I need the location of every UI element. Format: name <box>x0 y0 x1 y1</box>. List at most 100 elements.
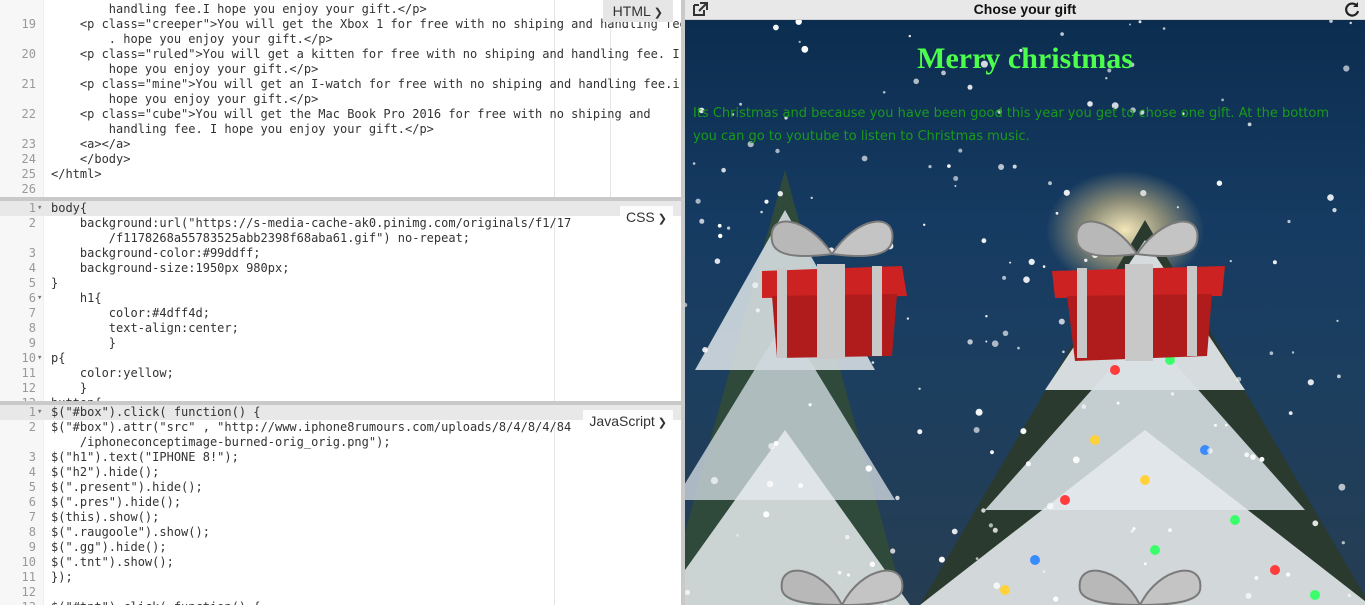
gift-box-button[interactable] <box>1065 560 1215 605</box>
line-number: 2 <box>28 216 36 230</box>
js-mode-dropdown[interactable]: JavaScript ❯ <box>583 410 673 432</box>
code-line[interactable]: 25 </html> <box>0 167 681 182</box>
code-line[interactable]: 4 $("h2").hide(); <box>0 465 681 480</box>
snowflake <box>1272 260 1277 265</box>
snowflake <box>718 233 723 239</box>
code-text: </html> <box>51 167 102 181</box>
code-text: $(".present").hide(); <box>51 480 203 494</box>
code-text: . hope you enjoy your gift.</p> <box>51 32 333 46</box>
line-number: 11 <box>21 366 36 380</box>
code-line[interactable]: /f1178268a55783525abb2398f68aba61.gif") … <box>0 231 681 246</box>
code-line[interactable]: 3 $("h1").text("IPHONE 8!"); <box>0 450 681 465</box>
line-number: 10 <box>21 351 36 365</box>
snowflake <box>1259 456 1265 462</box>
snowflake <box>967 339 973 345</box>
code-line[interactable]: 6 $(".pres").hide(); <box>0 495 681 510</box>
code-line[interactable]: 8 $(".raugoole").show(); <box>0 525 681 540</box>
snowflake <box>1138 20 1142 24</box>
refresh-icon[interactable] <box>1343 1 1361 18</box>
code-line[interactable]: 6 ▾ h1{ <box>0 291 681 306</box>
code-line[interactable]: 23 <a></a> <box>0 137 681 152</box>
code-line[interactable]: 11 color:yellow; <box>0 366 681 381</box>
code-text: background-size:1950px 980px; <box>51 261 290 275</box>
snowflake <box>895 495 900 501</box>
code-line[interactable]: handling fee. I hope you enjoy your gift… <box>0 122 681 137</box>
snowflake <box>1140 190 1147 197</box>
html-editor-pane[interactable]: handling fee.I hope you enjoy your gift.… <box>0 0 681 197</box>
gift-box-button[interactable] <box>767 560 917 605</box>
code-text: h1{ <box>51 291 102 305</box>
snowflake <box>775 148 780 154</box>
code-line[interactable]: 1 ▾ $("#box").click( function() { <box>0 405 681 420</box>
code-line[interactable]: 7 color:#4dff4d; <box>0 306 681 321</box>
line-number: 1 <box>28 405 36 419</box>
code-text: hope you enjoy your gift.</p> <box>51 62 319 76</box>
code-line[interactable]: /iphoneconceptimage-burned-orig_orig.png… <box>0 435 681 450</box>
preview-heading: Merry christmas <box>917 42 1133 75</box>
code-line[interactable]: handling fee.I hope you enjoy your gift.… <box>0 2 681 17</box>
code-line[interactable]: 20 <p class="ruled">You will get a kitte… <box>0 47 681 62</box>
code-line[interactable]: 10 ▾ p{ <box>0 351 681 366</box>
css-editor-pane[interactable]: 1 ▾ body{2 background:url("https://s-media… <box>0 201 681 401</box>
snowflake <box>1116 401 1120 405</box>
snowflake <box>1214 423 1217 427</box>
code-line[interactable]: 2 $("#box").attr("src" , "http://www.ipho… <box>0 420 681 435</box>
snowflake <box>1287 219 1291 224</box>
code-line[interactable]: 26 <box>0 182 681 197</box>
code-line[interactable]: 7 $(this).show(); <box>0 510 681 525</box>
snowflake <box>1329 20 1333 23</box>
code-line[interactable]: 24 </body> <box>0 152 681 167</box>
code-line[interactable]: 5} <box>0 276 681 291</box>
code-line[interactable]: 22 <p class="cube">You will get the Mac … <box>0 107 681 122</box>
snowflake <box>1168 528 1172 533</box>
code-line[interactable]: 1 ▾ body{ <box>0 201 681 216</box>
snowflake <box>967 84 973 90</box>
snowflake <box>991 340 999 348</box>
code-line[interactable]: 9 } <box>0 336 681 351</box>
fold-arrow-icon[interactable]: ▾ <box>37 201 42 216</box>
code-text: $(".tnt").show(); <box>51 555 174 569</box>
line-number: 1 <box>28 201 36 215</box>
snowflake <box>1341 541 1345 545</box>
snowflake <box>954 185 957 187</box>
line-number: 8 <box>28 525 36 539</box>
snowflake <box>1225 423 1228 427</box>
code-line[interactable]: 12 } <box>0 381 681 396</box>
code-text: background-color:#99ddff; <box>51 246 261 260</box>
code-line[interactable]: hope you enjoy your gift.</p> <box>0 92 681 107</box>
line-number: 23 <box>21 137 36 151</box>
snowflake <box>685 302 688 308</box>
code-line[interactable]: 19 <p class="creeper">You will get the X… <box>0 17 681 32</box>
fold-arrow-icon[interactable]: ▾ <box>37 351 42 366</box>
code-line[interactable]: 9 $(".gg").hide(); <box>0 540 681 555</box>
code-line[interactable]: 8 text-align:center; <box>0 321 681 336</box>
fold-arrow-icon[interactable]: ▾ <box>37 405 42 420</box>
css-mode-dropdown[interactable]: CSS ❯ <box>619 206 673 228</box>
code-line[interactable]: 11}); <box>0 570 681 585</box>
snowflake <box>699 218 705 224</box>
code-line[interactable]: 2 background:url("https://s-media-cache-… <box>0 216 681 231</box>
code-line[interactable]: 13 $("#tnt").click( function() { <box>0 600 681 605</box>
snowflake <box>1162 27 1166 30</box>
code-line[interactable]: 4 background-size:1950px 980px; <box>0 261 681 276</box>
gift-box-button[interactable] <box>1047 206 1227 366</box>
snowflake <box>1170 392 1175 396</box>
code-line[interactable]: . hope you enjoy your gift.</p> <box>0 32 681 47</box>
code-line[interactable]: 3 background-color:#99ddff; <box>0 246 681 261</box>
snowflake <box>1338 483 1346 491</box>
line-number: 11 <box>21 570 36 584</box>
code-line[interactable]: 12 <box>0 585 681 600</box>
snowflake <box>908 34 911 38</box>
code-line[interactable]: 10 $(".tnt").show(); <box>0 555 681 570</box>
snowflake <box>1207 448 1213 454</box>
html-mode-dropdown[interactable]: HTML ❯ <box>602 0 673 22</box>
js-editor-pane[interactable]: 1 ▾ $("#box").click( function() {2 $("#box"… <box>0 405 681 605</box>
code-text: }); <box>51 570 73 584</box>
fold-arrow-icon[interactable]: ▾ <box>37 291 42 306</box>
gift-box-button[interactable] <box>747 206 917 366</box>
snowflake <box>1245 592 1252 599</box>
code-line[interactable]: 21 <p class="mine">You will get an I-wat… <box>0 77 681 92</box>
code-line[interactable]: hope you enjoy your gift.</p> <box>0 62 681 77</box>
code-line[interactable]: 5 $(".present").hide(); <box>0 480 681 495</box>
code-text: $("#tnt").click( function() { <box>51 600 261 605</box>
